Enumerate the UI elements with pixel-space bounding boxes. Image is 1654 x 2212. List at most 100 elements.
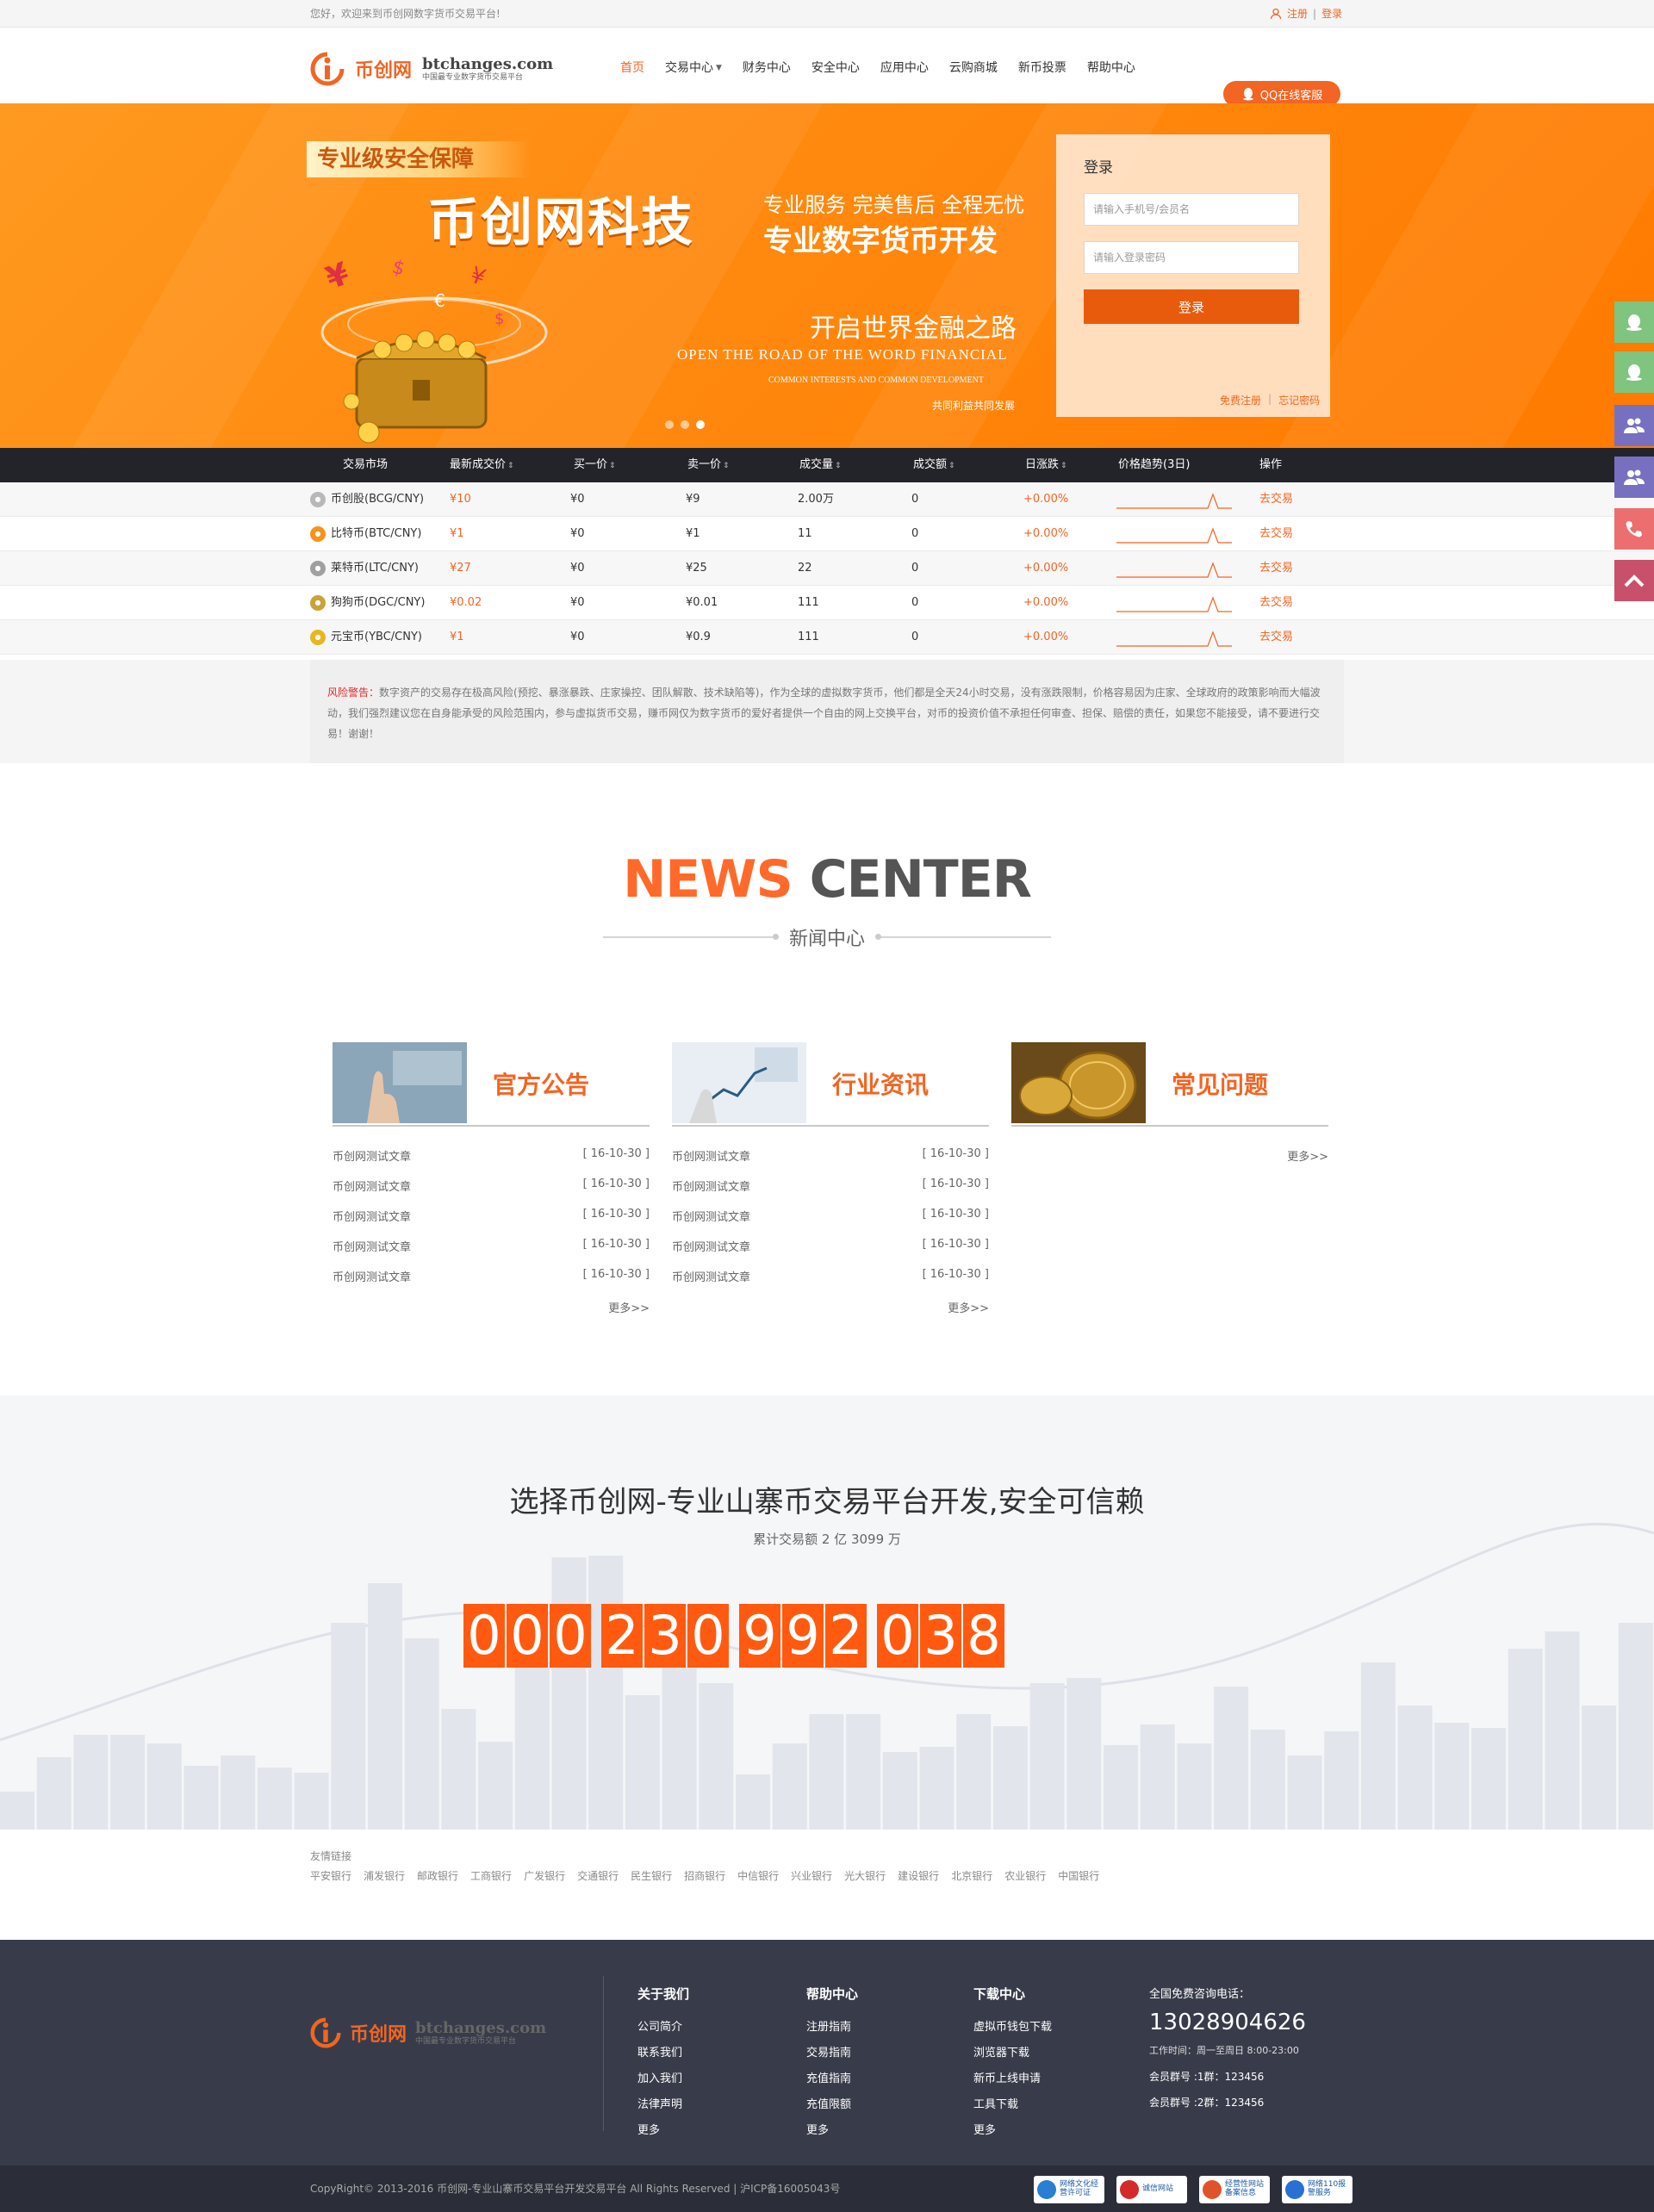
- coin-label[interactable]: 狗狗币(DGC/CNY): [331, 586, 425, 620]
- trust-badge[interactable]: 诚信网站: [1116, 2176, 1187, 2203]
- footer-link[interactable]: 公司简介: [637, 2015, 689, 2041]
- trust-badge[interactable]: 网络110报警服务: [1282, 2176, 1352, 2203]
- trade-link[interactable]: 去交易: [1259, 620, 1293, 655]
- login-button[interactable]: 登录: [1084, 289, 1299, 324]
- footer-link[interactable]: 充值指南: [806, 2066, 858, 2092]
- news-item[interactable]: 币创网测试文章 [ 16-10-30 ]: [333, 1177, 650, 1194]
- side-phone-button[interactable]: [1614, 508, 1654, 550]
- footer-link[interactable]: 法律声明: [637, 2092, 689, 2118]
- friend-link[interactable]: 光大银行: [844, 1868, 886, 1883]
- decorative-bar: [514, 1662, 550, 1830]
- banner-slide-dots: [665, 420, 705, 429]
- nav-apps[interactable]: 应用中心: [870, 28, 939, 109]
- slide-dot-3[interactable]: [696, 420, 705, 429]
- col-last-price[interactable]: 最新成交价 ⇕: [450, 448, 514, 483]
- news-item[interactable]: 币创网测试文章 [ 16-10-30 ]: [333, 1268, 650, 1284]
- coin-label[interactable]: 元宝币(YBC/CNY): [331, 620, 422, 655]
- footer-link[interactable]: 新币上线申请: [973, 2066, 1052, 2092]
- login-link[interactable]: 登录: [1321, 0, 1342, 28]
- nav-security[interactable]: 安全中心: [801, 28, 870, 109]
- col-bid[interactable]: 买一价 ⇕: [574, 448, 616, 483]
- news-item[interactable]: 币创网测试文章 [ 16-10-30 ]: [672, 1238, 989, 1254]
- footer-link[interactable]: 加入我们: [637, 2066, 689, 2092]
- footer-link[interactable]: 虚拟币钱包下载: [973, 2015, 1052, 2041]
- forgot-password-link[interactable]: 忘记密码: [1278, 393, 1320, 407]
- news-item[interactable]: 币创网测试文章 [ 16-10-30 ]: [672, 1147, 989, 1164]
- trade-link[interactable]: 去交易: [1259, 482, 1293, 517]
- news-item[interactable]: 币创网测试文章 [ 16-10-30 ]: [672, 1268, 989, 1284]
- trust-badge[interactable]: 经营性网站备案信息: [1199, 2176, 1270, 2203]
- footer-link[interactable]: 注册指南: [806, 2015, 858, 2041]
- register-link[interactable]: 注册: [1287, 0, 1308, 28]
- side-group-button-1[interactable]: [1614, 405, 1654, 446]
- trust-badge[interactable]: 网络文化经营许可证: [1034, 2176, 1104, 2203]
- volume: 2.00万: [798, 493, 834, 506]
- username-input[interactable]: 请输入手机号/会员名: [1084, 193, 1299, 226]
- decorative-bar: [73, 1735, 109, 1830]
- side-back-to-top-button[interactable]: [1614, 560, 1654, 601]
- side-qq-button-2[interactable]: [1614, 351, 1654, 393]
- footer-link[interactable]: 浏览器下载: [973, 2041, 1052, 2066]
- nav-label: 交易中心: [665, 61, 713, 75]
- amount: 0: [911, 631, 919, 643]
- footer-link[interactable]: 更多: [973, 2118, 1052, 2144]
- news-item-date: [ 16-10-30 ]: [582, 1147, 650, 1160]
- friend-link[interactable]: 兴业银行: [791, 1868, 832, 1883]
- coin-label[interactable]: 莱特币(LTC/CNY): [331, 551, 419, 586]
- coin-label[interactable]: 比特币(BTC/CNY): [331, 517, 421, 551]
- trade-link[interactable]: 去交易: [1259, 517, 1293, 551]
- news-item[interactable]: 币创网测试文章 [ 16-10-30 ]: [672, 1177, 989, 1194]
- counter-digit: 9: [739, 1604, 780, 1668]
- friend-link[interactable]: 邮政银行: [417, 1868, 458, 1883]
- footer-link[interactable]: 交易指南: [806, 2041, 858, 2066]
- friend-link[interactable]: 北京银行: [951, 1868, 992, 1883]
- daily-change: +0.00%: [1023, 596, 1069, 609]
- col-amount[interactable]: 成交额 ⇕: [913, 448, 955, 483]
- friend-link[interactable]: 民生银行: [631, 1868, 672, 1883]
- footer-link[interactable]: 充值限额: [806, 2092, 858, 2118]
- footer-link[interactable]: 工具下载: [973, 2092, 1052, 2118]
- friend-link[interactable]: 招商银行: [684, 1868, 725, 1883]
- friend-link[interactable]: 交通银行: [577, 1868, 619, 1883]
- nav-finance[interactable]: 财务中心: [732, 28, 801, 109]
- friend-link[interactable]: 平安银行: [310, 1868, 351, 1883]
- footer-link[interactable]: 联系我们: [637, 2041, 689, 2066]
- friend-link[interactable]: 广发银行: [524, 1868, 565, 1883]
- friend-link[interactable]: 浦发银行: [364, 1868, 405, 1883]
- trade-link[interactable]: 去交易: [1259, 586, 1293, 620]
- free-register-link[interactable]: 免费注册: [1220, 393, 1261, 407]
- password-input[interactable]: 请输入登录密码: [1084, 241, 1299, 274]
- nav-trade[interactable]: 交易中心 ▼: [655, 28, 732, 109]
- nav-home[interactable]: 首页: [610, 28, 655, 109]
- decorative-bar: [1360, 1662, 1396, 1830]
- news-item[interactable]: 币创网测试文章 [ 16-10-30 ]: [333, 1147, 650, 1164]
- slide-dot-1[interactable]: [665, 420, 674, 429]
- nav-vote[interactable]: 新币投票: [1008, 28, 1077, 109]
- news-item[interactable]: 币创网测试文章 [ 16-10-30 ]: [333, 1238, 650, 1254]
- more-link[interactable]: 更多>>: [1287, 1147, 1328, 1164]
- col-ask[interactable]: 卖一价 ⇕: [687, 448, 730, 483]
- col-volume[interactable]: 成交量 ⇕: [799, 448, 842, 483]
- nav-mall[interactable]: 云购商城: [939, 28, 1008, 109]
- slide-dot-2[interactable]: [681, 420, 689, 429]
- col-change[interactable]: 日涨跌 ⇕: [1025, 448, 1067, 483]
- logo[interactable]: 币创网 btchanges.com 中国最专业数字货币交易平台: [310, 52, 553, 86]
- friend-link[interactable]: 中信银行: [737, 1868, 779, 1883]
- news-item[interactable]: 币创网测试文章 [ 16-10-30 ]: [333, 1208, 650, 1224]
- news-item[interactable]: 币创网测试文章 [ 16-10-30 ]: [672, 1208, 989, 1224]
- more-link[interactable]: 更多>>: [608, 1299, 650, 1315]
- counter-digit: 0: [507, 1604, 548, 1668]
- decorative-bar: [1177, 1743, 1212, 1830]
- nav-help[interactable]: 帮助中心: [1077, 28, 1146, 109]
- friend-link[interactable]: 中国银行: [1058, 1868, 1099, 1883]
- side-qq-button-1[interactable]: [1614, 301, 1654, 343]
- friend-link[interactable]: 农业银行: [1004, 1868, 1046, 1883]
- friend-link[interactable]: 建设银行: [898, 1868, 939, 1883]
- footer-link[interactable]: 更多: [806, 2118, 858, 2144]
- coin-label[interactable]: 币创股(BCG/CNY): [331, 482, 424, 517]
- side-group-button-2[interactable]: [1614, 457, 1654, 498]
- more-link[interactable]: 更多>>: [948, 1299, 989, 1315]
- footer-link[interactable]: 更多: [637, 2118, 689, 2144]
- friend-link[interactable]: 工商银行: [470, 1868, 512, 1883]
- trade-link[interactable]: 去交易: [1259, 551, 1293, 586]
